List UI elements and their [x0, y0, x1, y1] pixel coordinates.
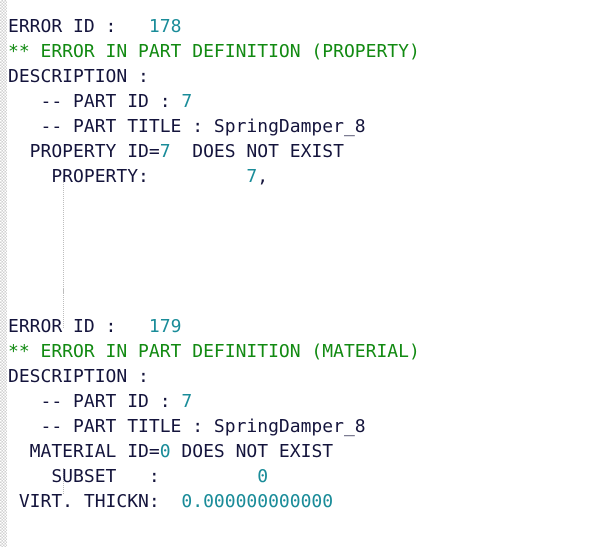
- log-line: [8, 239, 610, 264]
- log-line-segment: ,: [257, 166, 269, 187]
- log-line: MATERIAL ID=0 DOES NOT EXIST: [8, 439, 610, 464]
- log-line-segment: [8, 291, 19, 312]
- log-line-segment: 7: [159, 141, 171, 162]
- log-line: SUBSET : 0: [8, 464, 610, 489]
- log-line: PROPERTY ID=7 DOES NOT EXIST: [8, 139, 610, 164]
- log-line-segment: 7: [246, 166, 258, 187]
- log-line-segment: DOES NOT EXIST: [170, 141, 344, 162]
- log-line: [8, 289, 610, 314]
- log-line: -- PART TITLE : SpringDamper_8: [8, 114, 610, 139]
- log-line: [8, 214, 610, 239]
- log-line-segment: [8, 241, 19, 262]
- log-line-segment: [8, 216, 19, 237]
- log-line: ERROR ID : 179: [8, 314, 610, 339]
- left-gutter-checkerboard: [0, 0, 7, 547]
- log-line-segment: DESCRIPTION :: [8, 66, 149, 87]
- log-line-segment: [8, 191, 19, 212]
- log-line-segment: PROPERTY:: [8, 166, 247, 187]
- log-line: ** ERROR IN PART DEFINITION (MATERIAL): [8, 339, 610, 364]
- log-line-segment: ERROR ID :: [8, 316, 149, 337]
- log-line: -- PART ID : 7: [8, 89, 610, 114]
- log-line-segment: DESCRIPTION :: [8, 366, 149, 387]
- error-log-viewport: ERROR ID : 178 ** ERROR IN PART DEFINITIO…: [0, 0, 610, 547]
- log-line-segment: ** ERROR IN PART DEFINITION (PROPERTY): [8, 41, 420, 62]
- log-line: [8, 189, 610, 214]
- log-line-segment: MATERIAL ID=: [8, 441, 160, 462]
- log-line-segment: -- PART ID :: [8, 391, 182, 412]
- log-line: -- PART ID : 7: [8, 389, 610, 414]
- log-line-segment: 0.000000000000: [181, 491, 334, 512]
- log-line-segment: -- PART TITLE : SpringDamper_8: [8, 116, 366, 137]
- log-line-segment: [8, 266, 19, 287]
- log-line-segment: 7: [181, 91, 193, 112]
- log-line-segment: PROPERTY ID=: [8, 141, 160, 162]
- log-line-segment: 178: [148, 16, 182, 37]
- log-line: DESCRIPTION :: [8, 364, 610, 389]
- log-line: [8, 264, 610, 289]
- log-line: DESCRIPTION :: [8, 64, 610, 89]
- log-line-segment: 179: [148, 316, 182, 337]
- log-line-segment: DOES NOT EXIST: [170, 441, 334, 462]
- log-line-segment: -- PART TITLE : SpringDamper_8: [8, 416, 366, 437]
- log-line: -- PART TITLE : SpringDamper_8: [8, 414, 610, 439]
- log-line-segment: SUBSET :: [8, 466, 258, 487]
- log-line-segment: VIRT. THICKN:: [8, 491, 182, 512]
- log-line: VIRT. THICKN: 0.000000000000: [8, 489, 610, 514]
- log-line-segment: 7: [181, 391, 193, 412]
- log-line: PROPERTY: 7,: [8, 164, 610, 189]
- log-line: ERROR ID : 178: [8, 14, 610, 39]
- log-line: ** ERROR IN PART DEFINITION (PROPERTY): [8, 39, 610, 64]
- log-line-segment: 0: [257, 466, 269, 487]
- log-line-segment: -- PART ID :: [8, 91, 182, 112]
- log-line-segment: 0: [159, 441, 171, 462]
- log-text-area[interactable]: ERROR ID : 178 ** ERROR IN PART DEFINITIO…: [8, 14, 610, 547]
- log-line-segment: ERROR ID :: [8, 16, 149, 37]
- log-line-segment: ** ERROR IN PART DEFINITION (MATERIAL): [8, 341, 420, 362]
